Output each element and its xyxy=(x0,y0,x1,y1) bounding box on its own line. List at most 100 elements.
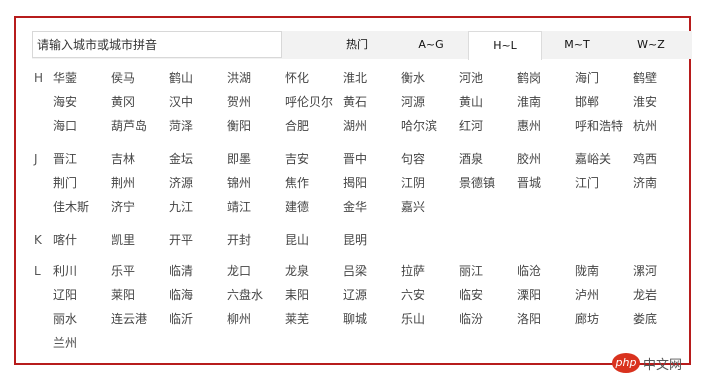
city-link[interactable]: 陇南 xyxy=(575,264,599,278)
city-link[interactable]: 衡阳 xyxy=(227,119,251,133)
city-link[interactable]: 葫芦岛 xyxy=(111,119,147,133)
city-link[interactable]: 吕梁 xyxy=(343,264,367,278)
city-link[interactable]: 六盘水 xyxy=(227,288,263,302)
city-link[interactable]: 开平 xyxy=(169,233,193,247)
city-link[interactable]: 娄底 xyxy=(633,312,657,326)
city-link[interactable]: 侯马 xyxy=(111,71,135,85)
city-link[interactable]: 济源 xyxy=(169,176,193,190)
city-link[interactable]: 临海 xyxy=(169,288,193,302)
city-link[interactable]: 鹤壁 xyxy=(633,71,657,85)
city-link[interactable]: 拉萨 xyxy=(401,264,425,278)
tab-w-z[interactable]: W~Z xyxy=(618,31,684,59)
city-link[interactable]: 鹤岗 xyxy=(517,71,541,85)
city-link[interactable]: 淮北 xyxy=(343,71,367,85)
city-link[interactable]: 耒阳 xyxy=(285,288,309,302)
city-link[interactable]: 临沂 xyxy=(169,312,193,326)
city-link[interactable]: 淮南 xyxy=(517,95,541,109)
city-link[interactable]: 龙岩 xyxy=(633,288,657,302)
city-link[interactable]: 辽阳 xyxy=(53,288,77,302)
city-link[interactable]: 荆门 xyxy=(53,176,77,190)
city-link[interactable]: 利川 xyxy=(53,264,77,278)
city-link[interactable]: 乐山 xyxy=(401,312,425,326)
city-link[interactable]: 聊城 xyxy=(343,312,367,326)
city-link[interactable]: 晋江 xyxy=(53,152,77,166)
city-link[interactable]: 句容 xyxy=(401,152,425,166)
city-link[interactable]: 鹤山 xyxy=(169,71,193,85)
city-link[interactable]: 凯里 xyxy=(111,233,135,247)
city-link[interactable]: 汉中 xyxy=(169,95,193,109)
city-link[interactable]: 六安 xyxy=(401,288,425,302)
city-link[interactable]: 临汾 xyxy=(459,312,483,326)
city-link[interactable]: 荆州 xyxy=(111,176,135,190)
city-link[interactable]: 丽水 xyxy=(53,312,77,326)
city-link[interactable]: 呼和浩特 xyxy=(575,119,623,133)
city-link[interactable]: 揭阳 xyxy=(343,176,367,190)
city-link[interactable]: 辽源 xyxy=(343,288,367,302)
city-link[interactable]: 焦作 xyxy=(285,176,309,190)
city-link[interactable]: 泸州 xyxy=(575,288,599,302)
tab-hot[interactable]: 热门 xyxy=(324,31,390,59)
city-link[interactable]: 开封 xyxy=(227,233,251,247)
city-link[interactable]: 临清 xyxy=(169,264,193,278)
city-link[interactable]: 漯河 xyxy=(633,264,657,278)
city-link[interactable]: 海口 xyxy=(53,119,77,133)
city-link[interactable]: 兰州 xyxy=(53,336,77,350)
city-link[interactable]: 乐平 xyxy=(111,264,135,278)
city-link[interactable]: 华蓥 xyxy=(53,71,77,85)
tab-a-g[interactable]: A~G xyxy=(398,31,464,59)
city-link[interactable]: 景德镇 xyxy=(459,176,495,190)
city-link[interactable]: 洪湖 xyxy=(227,71,251,85)
city-link[interactable]: 鸡西 xyxy=(633,152,657,166)
city-link[interactable]: 河池 xyxy=(459,71,483,85)
city-link[interactable]: 柳州 xyxy=(227,312,251,326)
city-link[interactable]: 晋城 xyxy=(517,176,541,190)
city-link[interactable]: 临沧 xyxy=(517,264,541,278)
city-link[interactable]: 海安 xyxy=(53,95,77,109)
city-link[interactable]: 洛阳 xyxy=(517,312,541,326)
city-link[interactable]: 金华 xyxy=(343,200,367,214)
city-link[interactable]: 龙口 xyxy=(227,264,251,278)
city-link[interactable]: 丽江 xyxy=(459,264,483,278)
city-link[interactable]: 河源 xyxy=(401,95,425,109)
city-link[interactable]: 莱芜 xyxy=(285,312,309,326)
city-link[interactable]: 酒泉 xyxy=(459,152,483,166)
city-link[interactable]: 淮安 xyxy=(633,95,657,109)
city-link[interactable]: 贺州 xyxy=(227,95,251,109)
city-link[interactable]: 喀什 xyxy=(53,233,77,247)
city-link[interactable]: 惠州 xyxy=(517,119,541,133)
city-link[interactable]: 湖州 xyxy=(343,119,367,133)
city-link[interactable]: 晋中 xyxy=(343,152,367,166)
city-link[interactable]: 菏泽 xyxy=(169,119,193,133)
city-link[interactable]: 金坛 xyxy=(169,152,193,166)
city-link[interactable]: 衡水 xyxy=(401,71,425,85)
city-link[interactable]: 哈尔滨 xyxy=(401,119,437,133)
city-link[interactable]: 合肥 xyxy=(285,119,309,133)
city-link[interactable]: 昆山 xyxy=(285,233,309,247)
city-link[interactable]: 嘉兴 xyxy=(401,200,425,214)
city-link[interactable]: 即墨 xyxy=(227,152,251,166)
city-link[interactable]: 嘉峪关 xyxy=(575,152,611,166)
city-link[interactable]: 建德 xyxy=(285,200,309,214)
city-link[interactable]: 佳木斯 xyxy=(53,200,89,214)
city-link[interactable]: 江门 xyxy=(575,176,599,190)
city-link[interactable]: 怀化 xyxy=(285,71,309,85)
city-link[interactable]: 溧阳 xyxy=(517,288,541,302)
city-link[interactable]: 莱阳 xyxy=(111,288,135,302)
city-link[interactable]: 昆明 xyxy=(343,233,367,247)
city-link[interactable]: 靖江 xyxy=(227,200,251,214)
city-link[interactable]: 九江 xyxy=(169,200,193,214)
city-link[interactable]: 龙泉 xyxy=(285,264,309,278)
city-link[interactable]: 临安 xyxy=(459,288,483,302)
city-link[interactable]: 红河 xyxy=(459,119,483,133)
city-link[interactable]: 江阴 xyxy=(401,176,425,190)
city-link[interactable]: 吉安 xyxy=(285,152,309,166)
city-link[interactable]: 连云港 xyxy=(111,312,147,326)
city-link[interactable]: 廊坊 xyxy=(575,312,599,326)
city-link[interactable]: 杭州 xyxy=(633,119,657,133)
city-link[interactable]: 黄冈 xyxy=(111,95,135,109)
city-link[interactable]: 胶州 xyxy=(517,152,541,166)
city-link[interactable]: 锦州 xyxy=(227,176,251,190)
city-link[interactable]: 济南 xyxy=(633,176,657,190)
tab-m-t[interactable]: M~T xyxy=(544,31,610,59)
city-link[interactable]: 黄石 xyxy=(343,95,367,109)
